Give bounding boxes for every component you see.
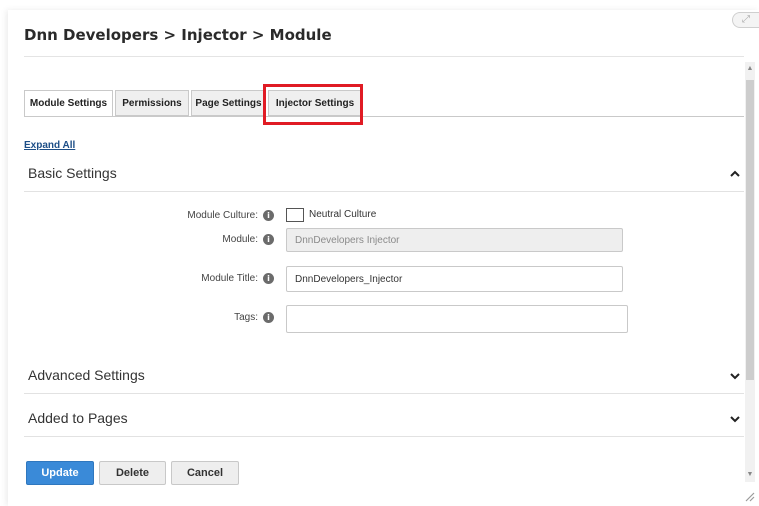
tab-bar-baseline xyxy=(24,116,744,117)
module-title-label: Module Title: xyxy=(201,273,258,284)
module-name-field: DnnDevelopers Injector xyxy=(286,228,623,252)
scroll-down-arrow-icon[interactable]: ▼ xyxy=(745,470,755,480)
dialog-corner-button[interactable]: ⤢ xyxy=(732,12,759,28)
chevron-down-icon xyxy=(730,416,740,423)
info-icon[interactable]: i xyxy=(263,312,274,323)
info-icon[interactable]: i xyxy=(263,210,274,221)
tab-module-settings[interactable]: Module Settings xyxy=(24,90,113,117)
tags-input[interactable] xyxy=(286,305,628,333)
section-advanced-settings[interactable]: Advanced Settings xyxy=(24,363,744,394)
tab-permissions[interactable]: Permissions xyxy=(115,90,189,116)
cancel-button[interactable]: Cancel xyxy=(171,461,239,485)
delete-button[interactable]: Delete xyxy=(99,461,166,485)
page-title: Dnn Developers > Injector > Module xyxy=(24,26,332,44)
scroll-up-arrow-icon[interactable]: ▲ xyxy=(745,64,755,74)
module-title-input[interactable]: DnnDevelopers_Injector xyxy=(286,266,623,292)
section-added-to-pages-title: Added to Pages xyxy=(28,410,128,426)
neutral-culture-checkbox[interactable] xyxy=(286,208,304,222)
scrollbar-thumb[interactable] xyxy=(746,80,754,380)
chevron-up-icon xyxy=(730,170,740,177)
chevron-down-icon xyxy=(730,373,740,380)
neutral-culture-label: Neutral Culture xyxy=(309,209,377,220)
section-added-to-pages[interactable]: Added to Pages xyxy=(24,406,744,437)
tags-label: Tags: xyxy=(234,312,258,323)
info-icon[interactable]: i xyxy=(263,234,274,245)
tab-page-settings[interactable]: Page Settings xyxy=(191,90,266,116)
update-button[interactable]: Update xyxy=(26,461,94,485)
vertical-scrollbar[interactable]: ▲ ▼ xyxy=(745,62,755,482)
tab-injector-settings[interactable]: Injector Settings xyxy=(268,90,362,116)
expand-all-link[interactable]: Expand All xyxy=(24,140,75,151)
module-label: Module: xyxy=(222,234,258,245)
title-divider xyxy=(24,56,744,57)
info-icon[interactable]: i xyxy=(263,273,274,284)
section-basic-settings-title: Basic Settings xyxy=(28,165,117,181)
resize-grip-icon[interactable] xyxy=(743,490,755,502)
module-culture-label: Module Culture: xyxy=(187,210,258,221)
section-advanced-settings-title: Advanced Settings xyxy=(28,367,145,383)
section-basic-settings[interactable]: Basic Settings xyxy=(24,161,744,192)
